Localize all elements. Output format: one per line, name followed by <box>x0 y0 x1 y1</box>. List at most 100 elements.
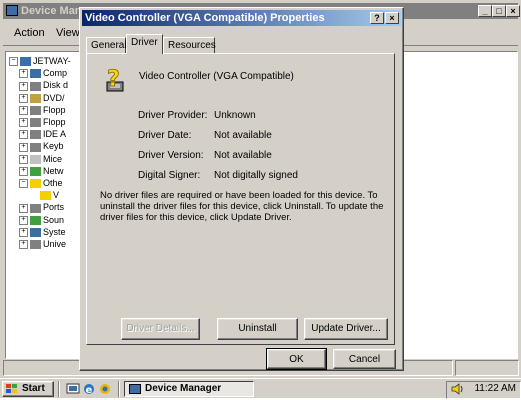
dialog-title: Video Controller (VGA Compatible) Proper… <box>85 12 325 24</box>
device-category-icon <box>30 215 41 225</box>
expand-icon[interactable]: + <box>19 166 28 176</box>
expand-icon[interactable]: + <box>19 93 28 103</box>
close-button[interactable]: × <box>506 5 520 17</box>
maximize-button[interactable]: □ <box>492 5 506 17</box>
device-category-icon <box>30 105 41 115</box>
driver-version-label: Driver Version: <box>138 150 204 161</box>
expand-icon[interactable]: + <box>19 118 28 128</box>
device-category-icon <box>30 227 41 237</box>
device-category-icon <box>30 240 41 250</box>
menu-view[interactable]: View <box>56 27 80 39</box>
tree-item[interactable]: + Unive <box>19 238 66 250</box>
tree-item[interactable]: + Comp <box>19 67 67 79</box>
tree-item[interactable]: + Flopp <box>19 104 66 116</box>
tree-item[interactable]: + IDE A <box>19 128 66 140</box>
start-button[interactable]: Start <box>2 381 54 397</box>
taskbar: Start e Device Manager 11:22 AM <box>0 378 521 399</box>
driver-date-value: Not available <box>214 130 272 141</box>
driver-details-button[interactable]: Driver Details... <box>121 318 200 340</box>
collapse-icon[interactable]: − <box>19 179 28 189</box>
dialog-close-button[interactable]: × <box>385 12 399 24</box>
menu-action[interactable]: Action <box>14 27 45 39</box>
driver-tab-panel: ? Video Controller (VGA Compatible) Driv… <box>86 53 395 345</box>
tab-driver[interactable]: Driver <box>126 34 163 54</box>
tree-item-label: Soun <box>43 214 65 225</box>
help-button[interactable]: ? <box>370 12 384 24</box>
device-manager-icon <box>6 5 18 16</box>
update-driver-button[interactable]: Update Driver... <box>304 318 388 340</box>
tree-item[interactable]: + Mice <box>19 153 62 165</box>
tree-item[interactable]: + Flopp <box>19 116 66 128</box>
driver-description: No driver files are required or have bee… <box>100 190 384 223</box>
collapse-icon[interactable]: − <box>9 57 18 67</box>
expand-icon[interactable]: + <box>19 142 28 152</box>
outlook-express-icon[interactable] <box>98 382 112 399</box>
tree-item-label: Comp <box>43 68 68 79</box>
device-category-icon <box>30 69 41 79</box>
taskbar-device-manager[interactable]: Device Manager <box>124 381 254 397</box>
minimize-button[interactable]: _ <box>478 5 492 17</box>
device-category-icon <box>30 118 41 128</box>
tree-item-label: Keyb <box>43 141 64 152</box>
tree-item-label: Syste <box>43 226 66 237</box>
device-category-icon <box>30 142 41 152</box>
expand-icon[interactable]: + <box>19 240 28 250</box>
system-tray: 11:22 AM <box>446 381 521 399</box>
cancel-button[interactable]: Cancel <box>333 349 396 369</box>
tree-item-label: JETWAY- <box>33 56 71 66</box>
device-manager-title: Device Man <box>21 5 82 17</box>
dialog-titlebar[interactable]: Video Controller (VGA Compatible) Proper… <box>82 10 401 26</box>
tree-item[interactable]: + Keyb <box>19 140 64 152</box>
tree-item[interactable]: − JETWAY- <box>9 55 71 67</box>
tree-item-label: Netw <box>43 165 64 176</box>
device-manager-icon <box>129 384 141 394</box>
device-category-icon <box>30 154 41 164</box>
device-category-icon <box>30 203 41 213</box>
volume-icon[interactable] <box>451 383 465 400</box>
clock[interactable]: 11:22 AM <box>474 382 516 396</box>
unknown-device-icon: ? <box>101 66 129 97</box>
tree-item[interactable]: V <box>29 189 59 201</box>
tree-item[interactable]: + Disk d <box>19 79 68 91</box>
expand-icon[interactable]: + <box>19 81 28 91</box>
ok-button[interactable]: OK <box>266 348 327 370</box>
device-category-icon <box>30 179 41 189</box>
device-category-icon <box>20 57 31 67</box>
uninstall-button[interactable]: Uninstall <box>217 318 298 340</box>
expand-icon[interactable]: + <box>19 154 28 164</box>
show-desktop-icon[interactable] <box>66 382 80 399</box>
expand-icon[interactable]: + <box>19 130 28 140</box>
tree-item[interactable]: + Syste <box>19 226 66 238</box>
driver-version-value: Not available <box>214 150 272 161</box>
device-category-icon <box>30 130 41 140</box>
device-manager-right-pane <box>400 51 518 359</box>
device-name: Video Controller (VGA Compatible) <box>139 71 294 82</box>
device-category-icon <box>30 166 41 176</box>
device-category-icon <box>30 81 41 91</box>
driver-provider-value: Unknown <box>214 110 256 121</box>
tree-item-label: Othe <box>43 178 63 188</box>
expand-icon[interactable]: + <box>19 69 28 79</box>
properties-dialog: Video Controller (VGA Compatible) Proper… <box>79 7 404 371</box>
expand-icon[interactable]: + <box>19 203 28 213</box>
tree-item[interactable]: + Soun <box>19 214 64 226</box>
expand-icon[interactable]: + <box>19 215 28 225</box>
device-tree[interactable]: − JETWAY- + Comp + Disk d + DVD/ + Flopp + Flopp + ID… <box>5 51 87 359</box>
start-label: Start <box>22 383 45 394</box>
tree-item[interactable]: + DVD/ <box>19 92 65 104</box>
tree-item-label: V <box>53 190 60 201</box>
expand-icon[interactable]: + <box>19 227 28 237</box>
driver-date-label: Driver Date: <box>138 130 192 141</box>
tree-item[interactable]: + Ports <box>19 201 64 213</box>
tab-resources[interactable]: Resources <box>163 37 216 53</box>
device-category-icon <box>30 93 41 103</box>
svg-text:e: e <box>86 385 93 396</box>
tree-item[interactable]: + Netw <box>19 165 64 177</box>
driver-provider-label: Driver Provider: <box>138 110 208 121</box>
internet-explorer-icon[interactable]: e <box>82 382 96 399</box>
tab-general[interactable]: General <box>86 37 127 53</box>
digital-signer-value: Not digitally signed <box>214 170 298 181</box>
tree-item-label: Flopp <box>43 117 66 127</box>
tree-item[interactable]: − Othe <box>19 177 63 189</box>
expand-icon[interactable]: + <box>19 105 28 115</box>
